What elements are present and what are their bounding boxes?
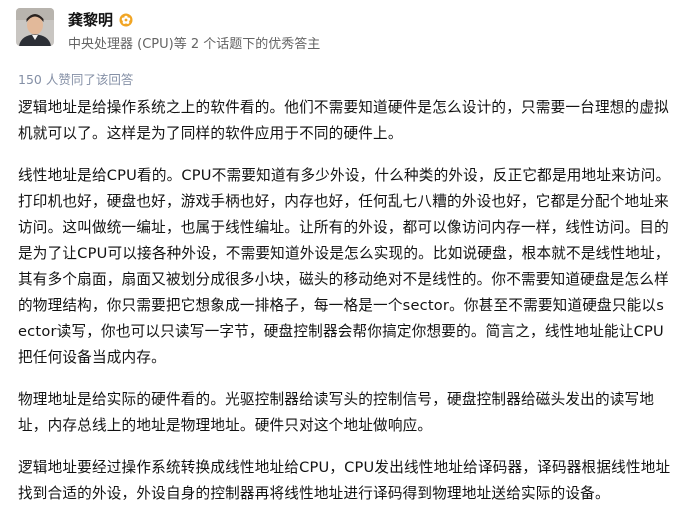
- author-name-row: 龚黎明: [68, 9, 320, 29]
- answer-paragraph: 逻辑地址是给操作系统之上的软件看的。他们不需要知道硬件是怎么设计的，只需要一台理…: [18, 99, 669, 142]
- author-card: 龚黎明 中央处理器 (CPU)等 2 个话题下的优秀答主: [16, 8, 320, 52]
- author-info: 龚黎明 中央处理器 (CPU)等 2 个话题下的优秀答主: [68, 8, 321, 53]
- answer-paragraph: 物理地址是给实际的硬件看的。光驱控制器给读写头的控制信号，硬盘控制器给磁头发出的…: [18, 391, 655, 434]
- author-name[interactable]: 龚黎明: [68, 9, 113, 30]
- voters-count[interactable]: 150 人赞同了该回答: [18, 69, 133, 88]
- answer-content: 逻辑地址是给操作系统之上的软件看的。他们不需要知道硬件是怎么设计的，只需要一台理…: [18, 95, 672, 523]
- avatar[interactable]: [16, 8, 54, 46]
- answer-paragraph: 线性地址是给CPU看的。CPU不需要知道有多少外设，什么种类的外设，反正它都是用…: [18, 167, 671, 366]
- author-headline: 中央处理器 (CPU)等 2 个话题下的优秀答主: [68, 37, 321, 52]
- answer-paragraph: 逻辑地址要经过操作系统转换成线性地址给CPU，CPU发出线性地址给译码器，译码器…: [18, 459, 671, 502]
- gold-flower-badge-icon[interactable]: [119, 12, 133, 27]
